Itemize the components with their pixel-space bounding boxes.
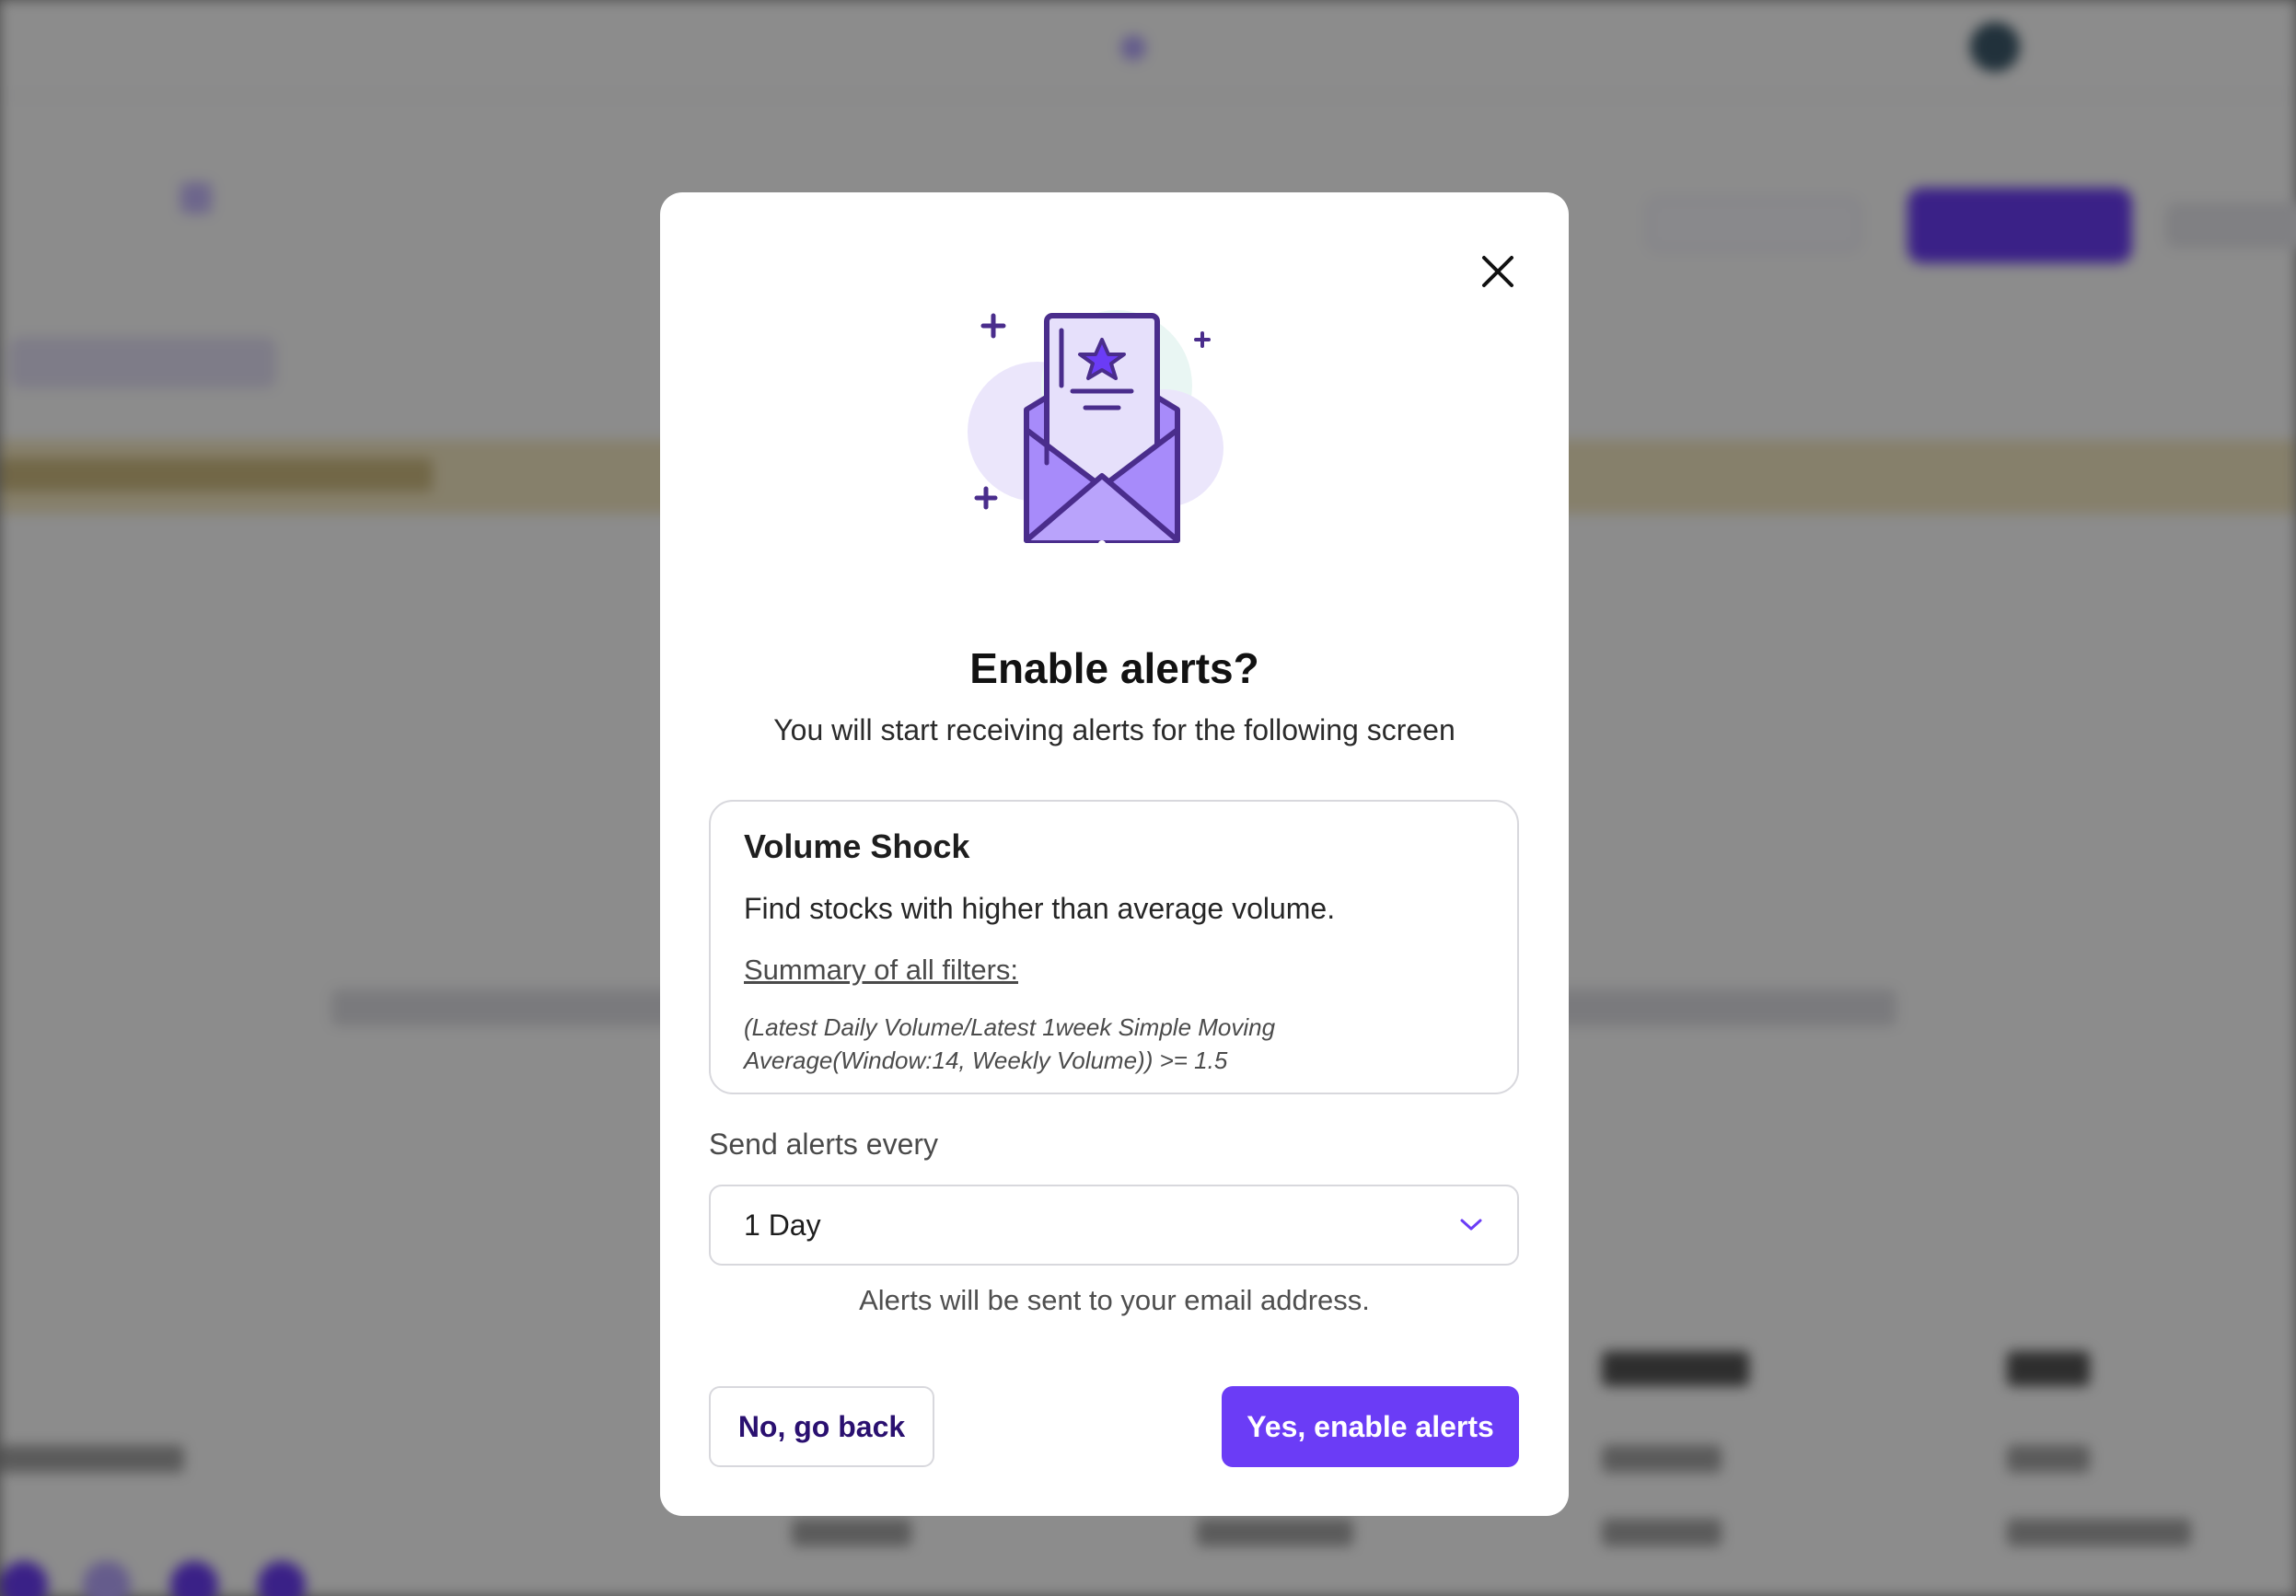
chevron-down-icon <box>1460 1219 1482 1231</box>
frequency-selected-value: 1 Day <box>744 1208 821 1242</box>
enable-alerts-button[interactable]: Yes, enable alerts <box>1222 1386 1519 1467</box>
screen-description: Find stocks with higher than average vol… <box>744 892 1336 925</box>
screen-summary-card: Volume Shock Find stocks with higher tha… <box>709 800 1519 1094</box>
filters-summary-label: Summary of all filters: <box>744 954 1019 986</box>
filters-summary-text: (Latest Daily Volume/Latest 1week Simple… <box>744 1013 1276 1074</box>
go-back-button[interactable]: No, go back <box>709 1386 934 1467</box>
close-icon <box>1482 256 1513 287</box>
modal-title: Enable alerts? <box>969 644 1259 692</box>
enable-alerts-modal: Enable alerts? You will start receiving … <box>660 192 1569 1516</box>
envelope-star-icon <box>968 310 1223 548</box>
modal-subtitle: You will start receiving alerts for the … <box>773 713 1455 746</box>
email-note: Alerts will be sent to your email addres… <box>859 1284 1370 1316</box>
close-button[interactable] <box>1467 240 1529 303</box>
screen-name: Volume Shock <box>744 827 970 865</box>
frequency-select[interactable]: 1 Day <box>709 1185 1519 1266</box>
frequency-label: Send alerts every <box>709 1128 939 1161</box>
